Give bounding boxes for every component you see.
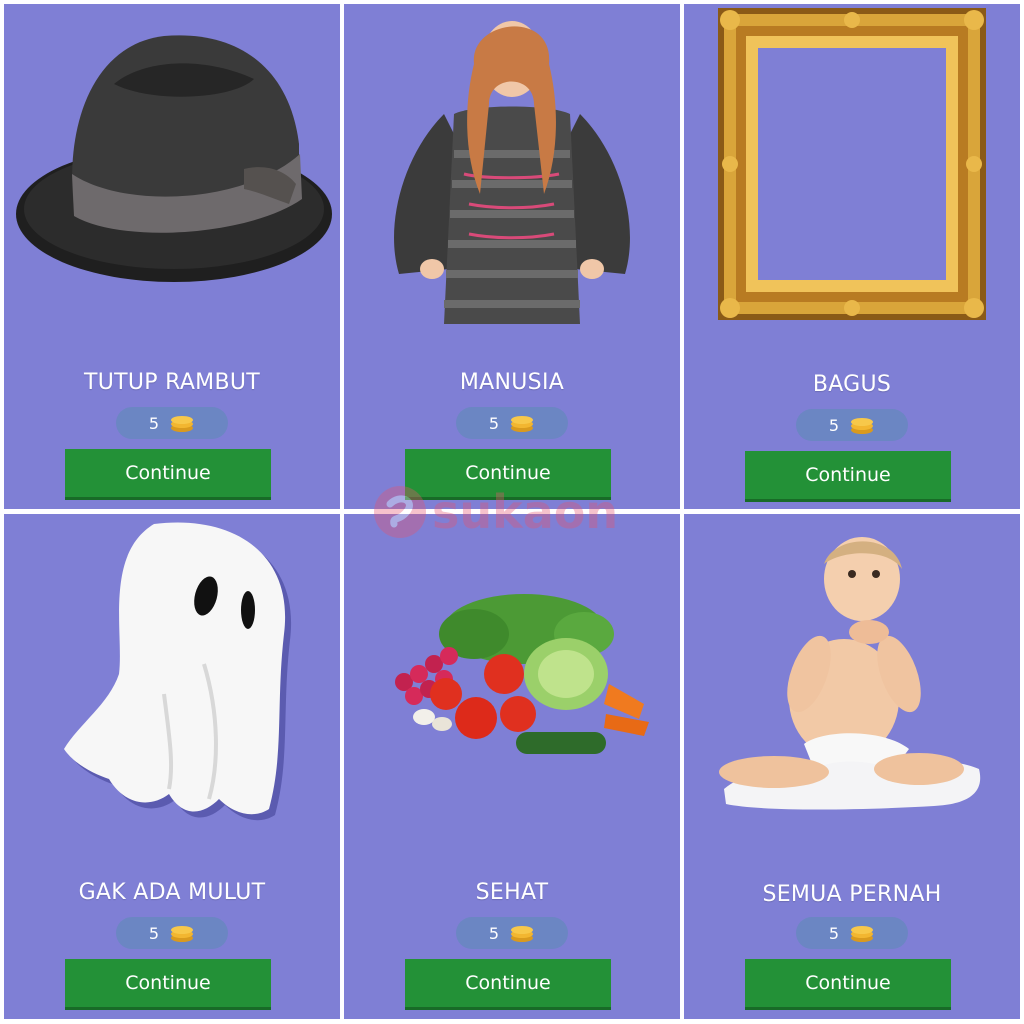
vegetables-icon [344, 514, 680, 854]
price-badge: 5 [456, 407, 568, 439]
coin-stack-icon [171, 926, 194, 942]
level-card[interactable]: SEHAT 5 Continue [344, 514, 680, 1019]
level-card[interactable]: BAGUS 5 Continue [684, 4, 1020, 509]
price-value: 5 [488, 413, 500, 433]
price-badge: 5 [796, 917, 908, 949]
continue-button[interactable]: Continue [405, 449, 611, 497]
price-badge: 5 [116, 917, 228, 949]
continue-button[interactable]: Continue [65, 959, 271, 1007]
fedora-hat-icon [4, 4, 340, 344]
level-card[interactable]: MANUSIA 5 Continue [344, 4, 680, 509]
price-value: 5 [828, 923, 840, 943]
level-title: SEHAT [475, 880, 549, 905]
price-badge: 5 [116, 407, 228, 439]
price-value: 5 [148, 923, 160, 943]
level-title: MANUSIA [459, 370, 565, 395]
level-card[interactable]: GAK ADA MULUT 5 Continue [4, 514, 340, 1019]
coin-stack-icon [851, 926, 874, 942]
price-value: 5 [488, 923, 500, 943]
ghost-icon [4, 514, 340, 854]
price-badge: 5 [456, 917, 568, 949]
coin-stack-icon [511, 926, 534, 942]
level-grid: TUTUP RAMBUT 5 Continue MANUSIA 5 Contin… [0, 0, 1024, 1024]
gold-frame-icon [684, 4, 1020, 344]
price-value: 5 [828, 415, 840, 435]
level-title: GAK ADA MULUT [78, 880, 266, 905]
price-value: 5 [148, 413, 160, 433]
level-card[interactable]: TUTUP RAMBUT 5 Continue [4, 4, 340, 509]
level-card[interactable]: SEMUA PERNAH 5 Continue [684, 514, 1020, 1019]
coin-stack-icon [511, 416, 534, 432]
coin-stack-icon [851, 418, 874, 434]
level-title: TUTUP RAMBUT [83, 370, 260, 395]
level-title: SEMUA PERNAH [762, 882, 942, 907]
coin-stack-icon [171, 416, 194, 432]
girl-photo [344, 4, 680, 344]
baby-photo [684, 514, 1020, 854]
price-badge: 5 [796, 409, 908, 441]
level-title: BAGUS [812, 372, 892, 397]
continue-button[interactable]: Continue [745, 959, 951, 1007]
continue-button[interactable]: Continue [65, 449, 271, 497]
continue-button[interactable]: Continue [745, 451, 951, 499]
continue-button[interactable]: Continue [405, 959, 611, 1007]
